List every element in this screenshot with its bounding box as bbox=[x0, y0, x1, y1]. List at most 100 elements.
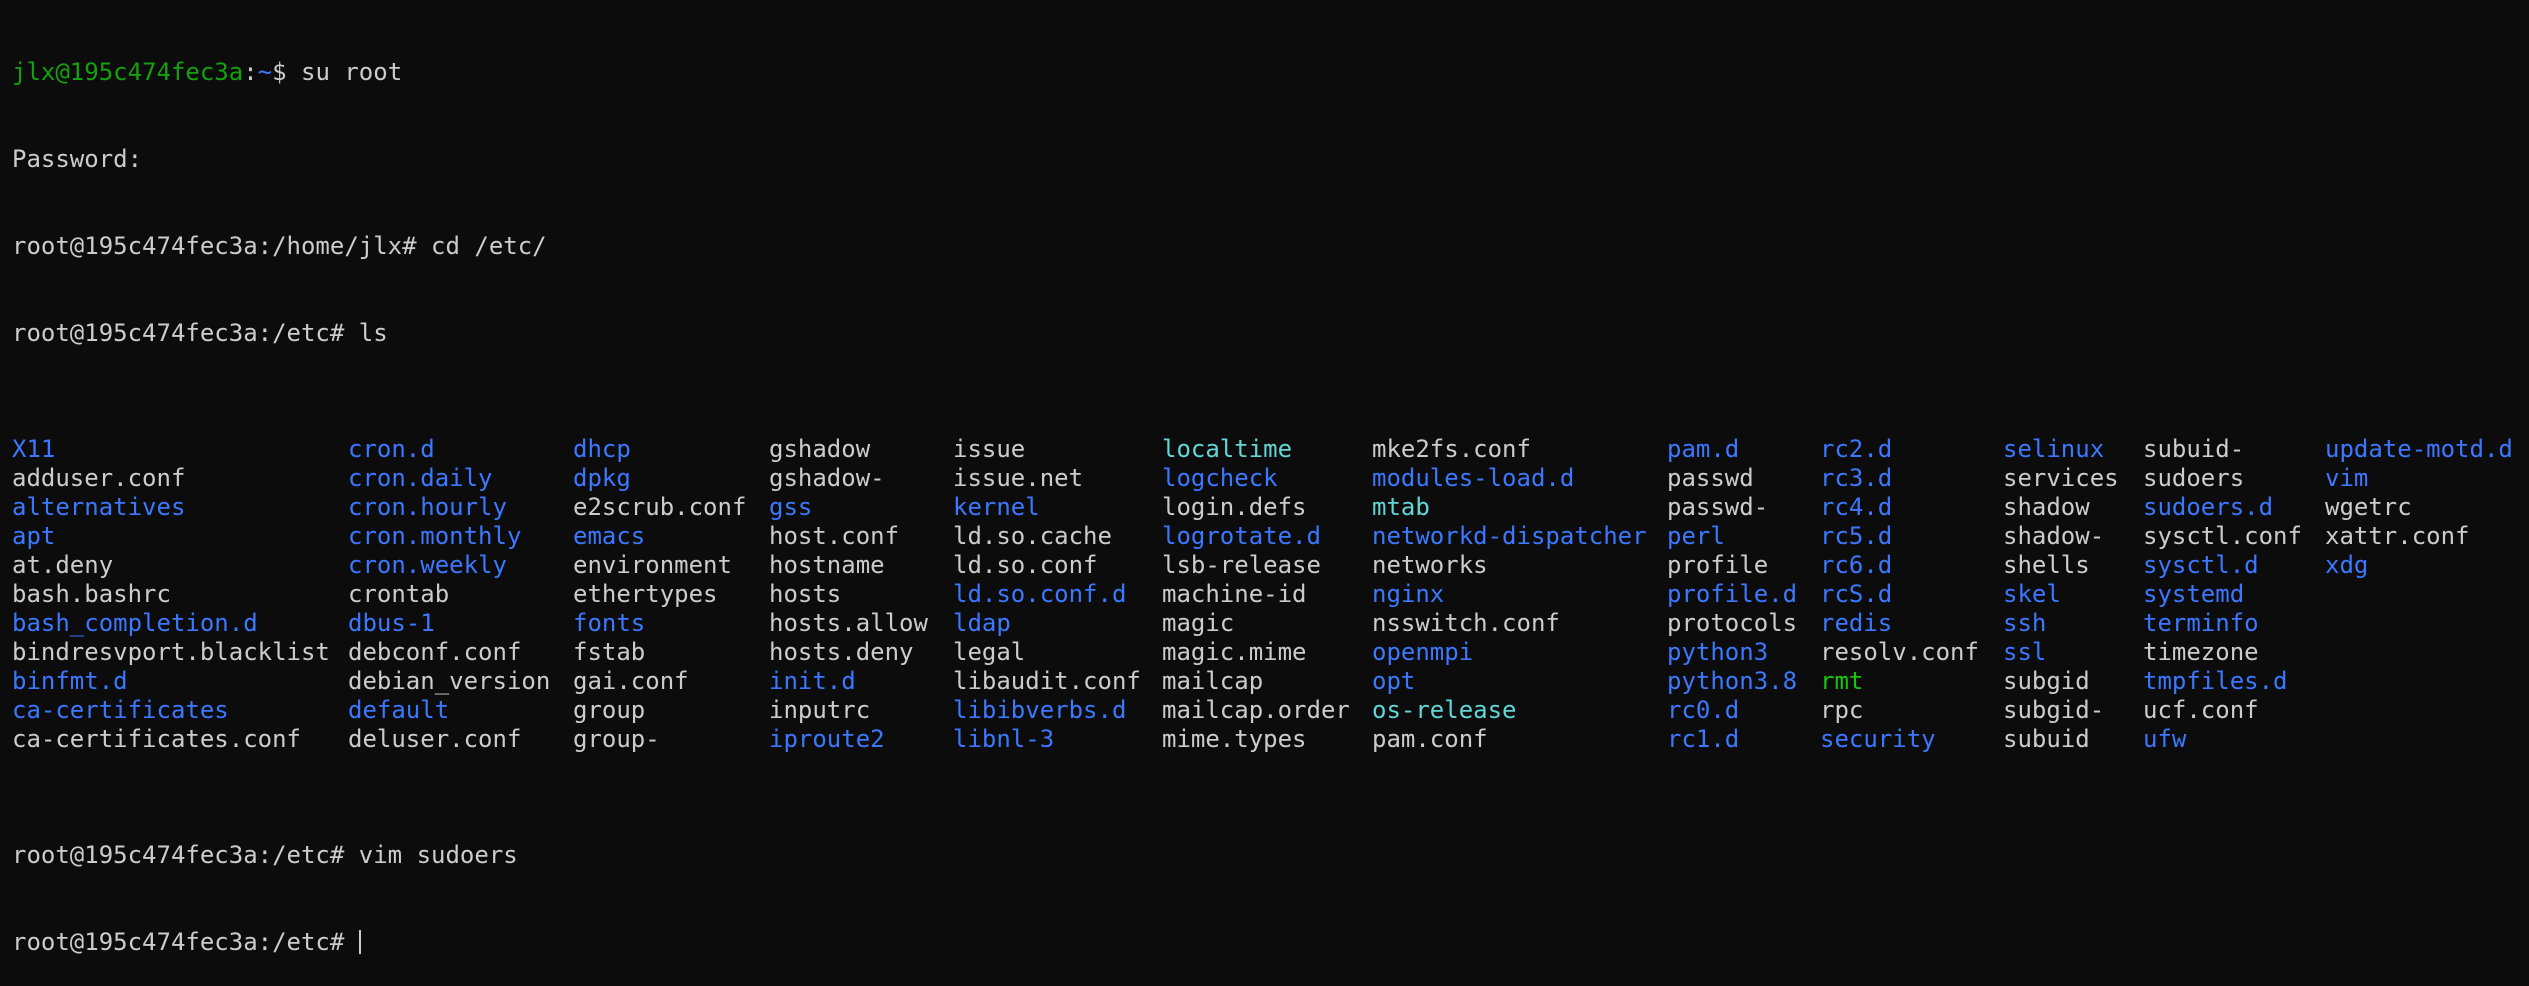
terminal-current-prompt[interactable]: root@195c474fec3a:/etc# bbox=[12, 928, 2522, 957]
ls-entry: bash_completion.d bbox=[12, 609, 258, 637]
terminal-window[interactable]: jlx@195c474fec3a:~$ su root Password: ro… bbox=[12, 0, 2522, 986]
ls-entry: logrotate.d bbox=[1162, 522, 1321, 550]
ls-empty-cell bbox=[2325, 638, 2522, 667]
ls-entry: crontab bbox=[348, 580, 450, 608]
ls-entry: lsb-release bbox=[1162, 551, 1321, 579]
ls-entry: ethertypes bbox=[573, 580, 718, 608]
text-cursor bbox=[358, 930, 361, 954]
ls-entry: logcheck bbox=[1162, 464, 1278, 492]
ls-entry: login.defs bbox=[1162, 493, 1307, 521]
ls-entry: networkd-dispatcher bbox=[1372, 522, 1647, 550]
ls-entry: rc4.d bbox=[1820, 493, 1893, 521]
ls-entry: rc3.d bbox=[1820, 464, 1893, 492]
ls-entry: mke2fs.conf bbox=[1372, 435, 1531, 463]
ls-empty-cell bbox=[2325, 580, 2522, 609]
ls-entry: ca-certificates.conf bbox=[12, 725, 301, 753]
ls-entry: emacs bbox=[573, 522, 646, 550]
ls-entry: gshadow bbox=[769, 435, 871, 463]
ls-entry: shells bbox=[2003, 551, 2090, 579]
ls-entry: gss bbox=[769, 493, 813, 521]
ls-entry: libnl-3 bbox=[953, 725, 1055, 753]
ls-entry: deluser.conf bbox=[348, 725, 522, 753]
ls-entry: nginx bbox=[1372, 580, 1445, 608]
ls-entry: group- bbox=[573, 725, 660, 753]
ls-entry: mailcap bbox=[1162, 667, 1264, 695]
ls-entry: subuid bbox=[2003, 725, 2090, 753]
ls-entry: init.d bbox=[769, 667, 856, 695]
prompt-path: ~ bbox=[257, 58, 273, 86]
ls-entry: rc5.d bbox=[1820, 522, 1893, 550]
ls-entry: perl bbox=[1667, 522, 1725, 550]
ls-entry: services bbox=[2003, 464, 2119, 492]
ls-entry: debian_version bbox=[348, 667, 551, 695]
ls-entry: debconf.conf bbox=[348, 638, 522, 666]
ls-entry: ssl bbox=[2003, 638, 2047, 666]
ls-entry: iproute2 bbox=[769, 725, 885, 753]
ls-entry: gshadow- bbox=[769, 464, 885, 492]
terminal-line-su: jlx@195c474fec3a:~$ su root bbox=[12, 58, 2522, 87]
ls-entry: cron.hourly bbox=[348, 493, 507, 521]
ls-empty-cell bbox=[2325, 667, 2522, 696]
ls-entry: pam.d bbox=[1667, 435, 1740, 463]
ls-entry: dbus-1 bbox=[348, 609, 435, 637]
ls-entry: legal bbox=[953, 638, 1026, 666]
ls-empty-cell bbox=[2325, 696, 2522, 725]
ls-entry: passwd bbox=[1667, 464, 1754, 492]
ls-entry: mtab bbox=[1372, 493, 1430, 521]
ls-entry: opt bbox=[1372, 667, 1416, 695]
ls-entry: default bbox=[348, 696, 450, 724]
ls-entry: rpc bbox=[1820, 696, 1864, 724]
ls-entry: protocols bbox=[1667, 609, 1798, 637]
ls-entry: ufw bbox=[2143, 725, 2187, 753]
prompt-suffix: $ bbox=[272, 58, 301, 86]
ls-entry: binfmt.d bbox=[12, 667, 128, 695]
ls-entry: modules-load.d bbox=[1372, 464, 1575, 492]
ls-entry: magic bbox=[1162, 609, 1235, 637]
prompt-user-host: jlx@195c474fec3a bbox=[12, 58, 244, 86]
ls-entry: e2scrub.conf bbox=[573, 493, 747, 521]
ls-entry: shadow bbox=[2003, 493, 2090, 521]
ls-entry: vim bbox=[2325, 464, 2369, 492]
ls-entry: dhcp bbox=[573, 435, 631, 463]
ls-entry: X11 bbox=[12, 435, 56, 463]
ls-entry: xdg bbox=[2325, 551, 2369, 579]
terminal-line-ls: root@195c474fec3a:/etc# ls bbox=[12, 319, 388, 347]
ls-entry: passwd- bbox=[1667, 493, 1769, 521]
ls-entry: cron.monthly bbox=[348, 522, 522, 550]
ls-entry: rc0.d bbox=[1667, 696, 1740, 724]
ls-entry: sysctl.conf bbox=[2143, 522, 2302, 550]
ls-entry: adduser.conf bbox=[12, 464, 186, 492]
ls-entry: rc1.d bbox=[1667, 725, 1740, 753]
command-text: su root bbox=[301, 58, 403, 86]
ls-entry: rcS.d bbox=[1820, 580, 1893, 608]
ls-entry: inputrc bbox=[769, 696, 871, 724]
ls-entry: libaudit.conf bbox=[953, 667, 1141, 695]
prompt-separator: : bbox=[243, 58, 258, 86]
ls-entry: python3 bbox=[1667, 638, 1769, 666]
ls-entry: kernel bbox=[953, 493, 1040, 521]
ls-entry: mailcap.order bbox=[1162, 696, 1350, 724]
ls-entry: subgid bbox=[2003, 667, 2090, 695]
ls-entry: cron.weekly bbox=[348, 551, 507, 579]
ls-entry: rc2.d bbox=[1820, 435, 1893, 463]
ls-entry: cron.daily bbox=[348, 464, 493, 492]
ls-entry: timezone bbox=[2143, 638, 2259, 666]
ls-entry: profile bbox=[1667, 551, 1769, 579]
ls-entry: python3.8 bbox=[1667, 667, 1798, 695]
ls-entry: profile.d bbox=[1667, 580, 1798, 608]
ls-entry: machine-id bbox=[1162, 580, 1307, 608]
ls-entry: ld.so.conf.d bbox=[953, 580, 1127, 608]
ls-entry: networks bbox=[1372, 551, 1488, 579]
ls-entry: gai.conf bbox=[573, 667, 689, 695]
ls-entry: mime.types bbox=[1162, 725, 1307, 753]
ls-entry: ld.so.conf bbox=[953, 551, 1098, 579]
ls-entry: redis bbox=[1820, 609, 1893, 637]
ls-entry: subgid- bbox=[2003, 696, 2105, 724]
ls-entry: update-motd.d bbox=[2325, 435, 2513, 463]
ls-entry: os-release bbox=[1372, 696, 1517, 724]
ls-entry: terminfo bbox=[2143, 609, 2259, 637]
ls-entry: hosts.allow bbox=[769, 609, 928, 637]
ls-entry: host.conf bbox=[769, 522, 900, 550]
ls-entry: ssh bbox=[2003, 609, 2047, 637]
terminal-line-cd: root@195c474fec3a:/home/jlx# cd /etc/ bbox=[12, 232, 547, 260]
